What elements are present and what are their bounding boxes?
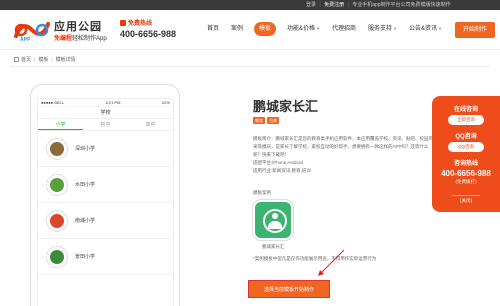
- nav-item-label: 服务支持: [368, 26, 393, 32]
- hotline-number: 400-6656-988: [441, 169, 491, 178]
- qq-consult-title: QQ咨询: [455, 134, 477, 140]
- school-logo-icon: [46, 209, 68, 232]
- close-panel-button[interactable]: [关闭]: [452, 195, 480, 204]
- online-consult-title: 在线咨询: [453, 107, 478, 113]
- status-carrier: ●●●●● BELL: [41, 100, 64, 105]
- list-item[interactable]: 水田小学: [38, 167, 173, 203]
- description-intro: 模板简介：鹏城家长汇是您的教育类手机应用软件，本应用覆盖学校、资讯、贴吧、校园风…: [253, 136, 433, 157]
- case-label: 模板案例: [253, 190, 271, 195]
- top-bar-separator: |: [319, 2, 321, 8]
- nav-item-label: 模板: [259, 26, 272, 32]
- case-app-icon[interactable]: [253, 200, 293, 240]
- phone-screen: ●●●●● BELL 4:21 PM 22% 学校 小学 初中 高中 深圳小学 …: [37, 98, 174, 306]
- chevron-down-icon: ▼: [316, 26, 321, 31]
- use-template-button[interactable]: 选择当前模板开始制作: [248, 280, 330, 298]
- tab-primary-school[interactable]: 小学: [38, 119, 83, 130]
- breadcrumb: 首页 | 模板 | 模板详情: [14, 56, 76, 63]
- school-name: 深圳小学: [75, 146, 96, 152]
- top-bar-links: 登录 | 免费注册 | 专业手机app制作平台公司免费模版快速制作: [306, 0, 451, 10]
- phone-status-bar: ●●●●● BELL 4:21 PM 22%: [38, 99, 173, 107]
- nav-item-label: 首页: [207, 26, 220, 32]
- floating-consult-panel: 在线咨询 立即咨询 QQ咨询 QQ咨询 咨询热线 400-6656-988 (免…: [432, 96, 500, 212]
- status-battery: 22%: [161, 100, 170, 105]
- free-register-link[interactable]: 免费注册: [324, 2, 344, 8]
- template-tags: 教育 古典: [253, 117, 281, 124]
- nav-item-features-pricing[interactable]: 功能&价格▼: [286, 22, 321, 36]
- case-name: 鹏城家长汇: [262, 244, 285, 249]
- phone-tabs: 小学 初中 高中: [38, 119, 173, 131]
- tab-middle-school[interactable]: 初中: [83, 119, 128, 130]
- status-time: 4:21 PM: [105, 100, 121, 105]
- nav-item-label: 代理招商: [332, 26, 357, 32]
- icon-body: [268, 221, 282, 229]
- home-icon: [14, 57, 19, 62]
- nav-item-label: 功能&价格: [287, 26, 316, 32]
- nav-item-templates[interactable]: 模板: [254, 22, 277, 36]
- start-making-button[interactable]: 开始制作: [455, 22, 495, 38]
- hotline-label: 免费热线: [128, 21, 153, 27]
- consult-now-button[interactable]: 立即咨询: [448, 115, 484, 125]
- main-nav: 首页 案例 模板 功能&价格▼ 代理招商 服务支持▼ 公告&资讯▼: [206, 22, 453, 36]
- brand-slogan: 免编程轻松制作App: [54, 33, 107, 42]
- top-bar-slogan: 专业手机app制作平台公司免费模版快速制作: [352, 2, 451, 8]
- hotline-label-row: 免费热线: [120, 18, 176, 27]
- hotline-title: 咨询热线: [453, 161, 478, 167]
- header-hotline: 免费热线 400-6656-988: [120, 18, 176, 39]
- nav-item-cases[interactable]: 案例: [230, 22, 244, 36]
- brand-logo-icon[interactable]: APP: [12, 18, 52, 42]
- brand-slogan-suffix: 轻松制作App: [72, 36, 107, 42]
- top-bar-separator: |: [347, 2, 349, 8]
- description-platform: 适配平台:iPhone,Android: [253, 160, 304, 165]
- list-item[interactable]: 南浦小学: [38, 203, 173, 239]
- template-title: 鹏城家长汇: [253, 99, 319, 114]
- tag-badge: 教育: [253, 117, 265, 124]
- divider: [10, 66, 490, 67]
- school-logo-icon: [46, 137, 68, 160]
- brand-slogan-prefix: 免编程: [54, 36, 73, 42]
- breadcrumb-home[interactable]: 首页: [21, 56, 31, 63]
- breadcrumb-separator: |: [51, 56, 53, 63]
- nav-item-label: 案例: [231, 26, 244, 32]
- breadcrumb-current: 模板详情: [55, 57, 76, 63]
- template-description: 模板简介：鹏城家长汇是您的教育类手机应用软件，本应用覆盖学校、资讯、贴吧、校园风…: [253, 135, 433, 175]
- breadcrumb-templates[interactable]: 模板: [38, 56, 48, 63]
- login-link[interactable]: 登录: [306, 2, 316, 8]
- qq-consult-button[interactable]: QQ咨询: [448, 142, 484, 152]
- chevron-down-icon: ▼: [393, 26, 398, 31]
- chevron-down-icon: ▼: [438, 26, 443, 31]
- school-logo-icon: [46, 245, 68, 268]
- list-item[interactable]: 景田小学: [38, 239, 173, 275]
- hotline-number: 400-6656-988: [120, 29, 177, 39]
- nav-item-support[interactable]: 服务支持▼: [367, 22, 398, 36]
- brand-name: 应用公园: [54, 21, 102, 33]
- nav-item-agents[interactable]: 代理招商: [331, 22, 357, 36]
- nav-item-label: 公告&资讯: [409, 26, 438, 32]
- nav-item-home[interactable]: 首页: [206, 22, 220, 36]
- phone-mockup: ●●●●● BELL 4:21 PM 22% 学校 小学 初中 高中 深圳小学 …: [30, 84, 180, 306]
- description-industry: 适用行业:新闻资讯,教育,培训: [253, 168, 311, 173]
- tag-badge: 古典: [267, 117, 279, 124]
- list-item[interactable]: 深圳小学: [38, 131, 173, 167]
- school-logo-icon: [46, 173, 68, 196]
- free-call-note: (免费拨打): [455, 179, 477, 184]
- phone-app-title: 学校: [38, 107, 173, 119]
- breadcrumb-separator: |: [34, 56, 36, 63]
- tab-high-school[interactable]: 高中: [128, 119, 173, 130]
- icon-head: [272, 213, 278, 219]
- school-name: 景田小学: [75, 254, 96, 260]
- svg-text:APP: APP: [20, 37, 31, 42]
- nav-item-news[interactable]: 公告&资讯▼: [408, 22, 443, 36]
- disclaimer-note: *案例模板中但凡是仅作功能展示用途，不得用作实际运营行为: [253, 256, 377, 261]
- top-bar: 登录 | 免费注册 | 专业手机app制作平台公司免费模版快速制作: [0, 0, 500, 10]
- phone-icon: [120, 19, 126, 26]
- school-name: 南浦小学: [75, 218, 96, 224]
- school-name: 水田小学: [75, 182, 96, 188]
- header: APP 应用公园 免编程轻松制作App 免费热线 400-6656-988 首页…: [0, 10, 500, 50]
